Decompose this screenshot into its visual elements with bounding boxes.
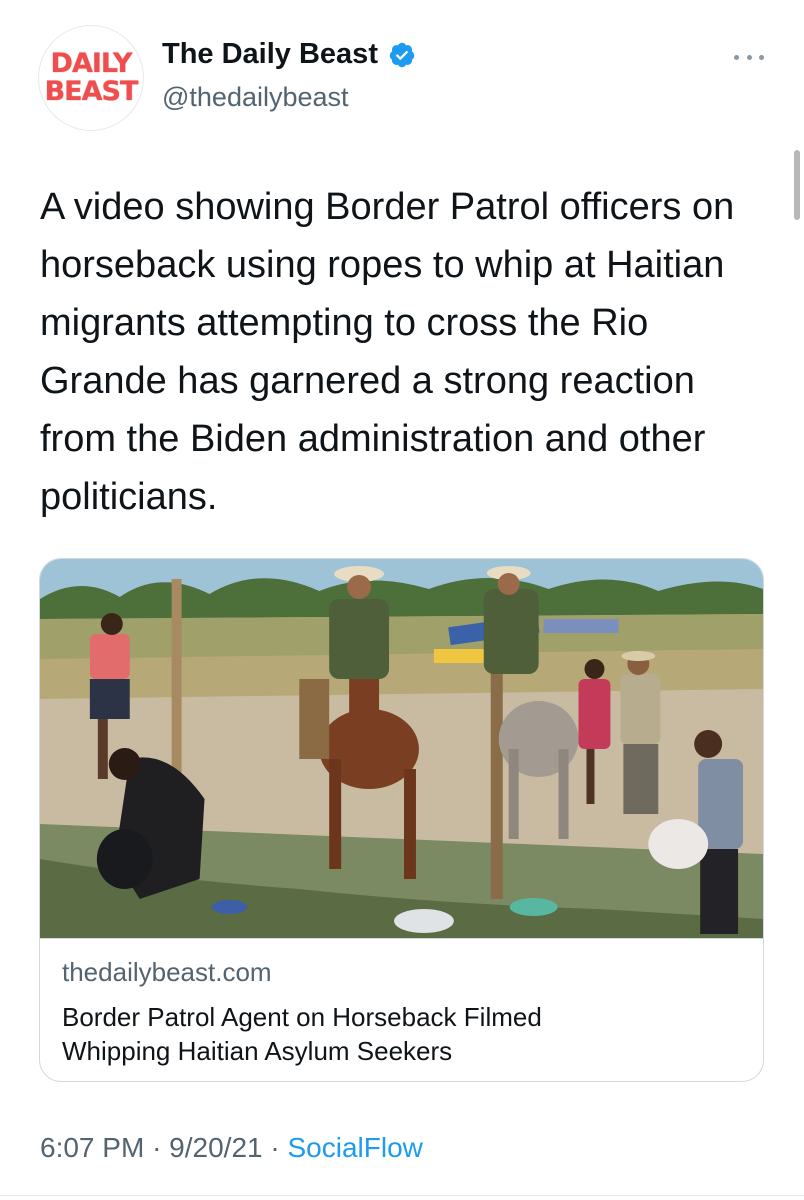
avatar[interactable]: DAILY BEAST bbox=[38, 25, 144, 131]
tweet-text: A video showing Border Patrol officers o… bbox=[40, 186, 735, 518]
tweet-source-link[interactable]: SocialFlow bbox=[287, 1132, 422, 1163]
verified-badge-icon bbox=[388, 41, 416, 69]
display-name[interactable]: The Daily Beast bbox=[162, 38, 378, 71]
card-title[interactable]: Border Patrol Agent on Horseback Filmed … bbox=[62, 1000, 741, 1068]
footer-separator: · bbox=[152, 1132, 162, 1163]
card-title-line-2: Whipping Haitian Asylum Seekers bbox=[62, 1036, 453, 1066]
card-meta: thedailybeast.com Border Patrol Agent on… bbox=[40, 938, 763, 1081]
card-domain: thedailybeast.com bbox=[62, 957, 272, 987]
card-photo[interactable] bbox=[40, 559, 763, 938]
logo-text-daily: DAILY bbox=[50, 48, 133, 79]
name-block: The Daily Beast bbox=[162, 38, 416, 71]
scrollbar[interactable] bbox=[794, 150, 800, 220]
divider bbox=[0, 1195, 804, 1196]
tweet-date[interactable]: 9/20/21 bbox=[169, 1132, 262, 1163]
tweet-footer: 6:07 PM · 9/20/21 · SocialFlow bbox=[40, 1132, 423, 1164]
link-card[interactable]: thedailybeast.com Border Patrol Agent on… bbox=[39, 558, 764, 1082]
user-handle[interactable]: @thedailybeast bbox=[162, 82, 349, 113]
logo-text-beast: BEAST bbox=[44, 76, 139, 107]
more-options-icon[interactable] bbox=[734, 50, 764, 64]
card-title-line-1: Border Patrol Agent on Horseback Filmed bbox=[62, 1002, 542, 1032]
tweet-time[interactable]: 6:07 PM bbox=[40, 1132, 144, 1163]
footer-separator-2: · bbox=[270, 1132, 280, 1163]
